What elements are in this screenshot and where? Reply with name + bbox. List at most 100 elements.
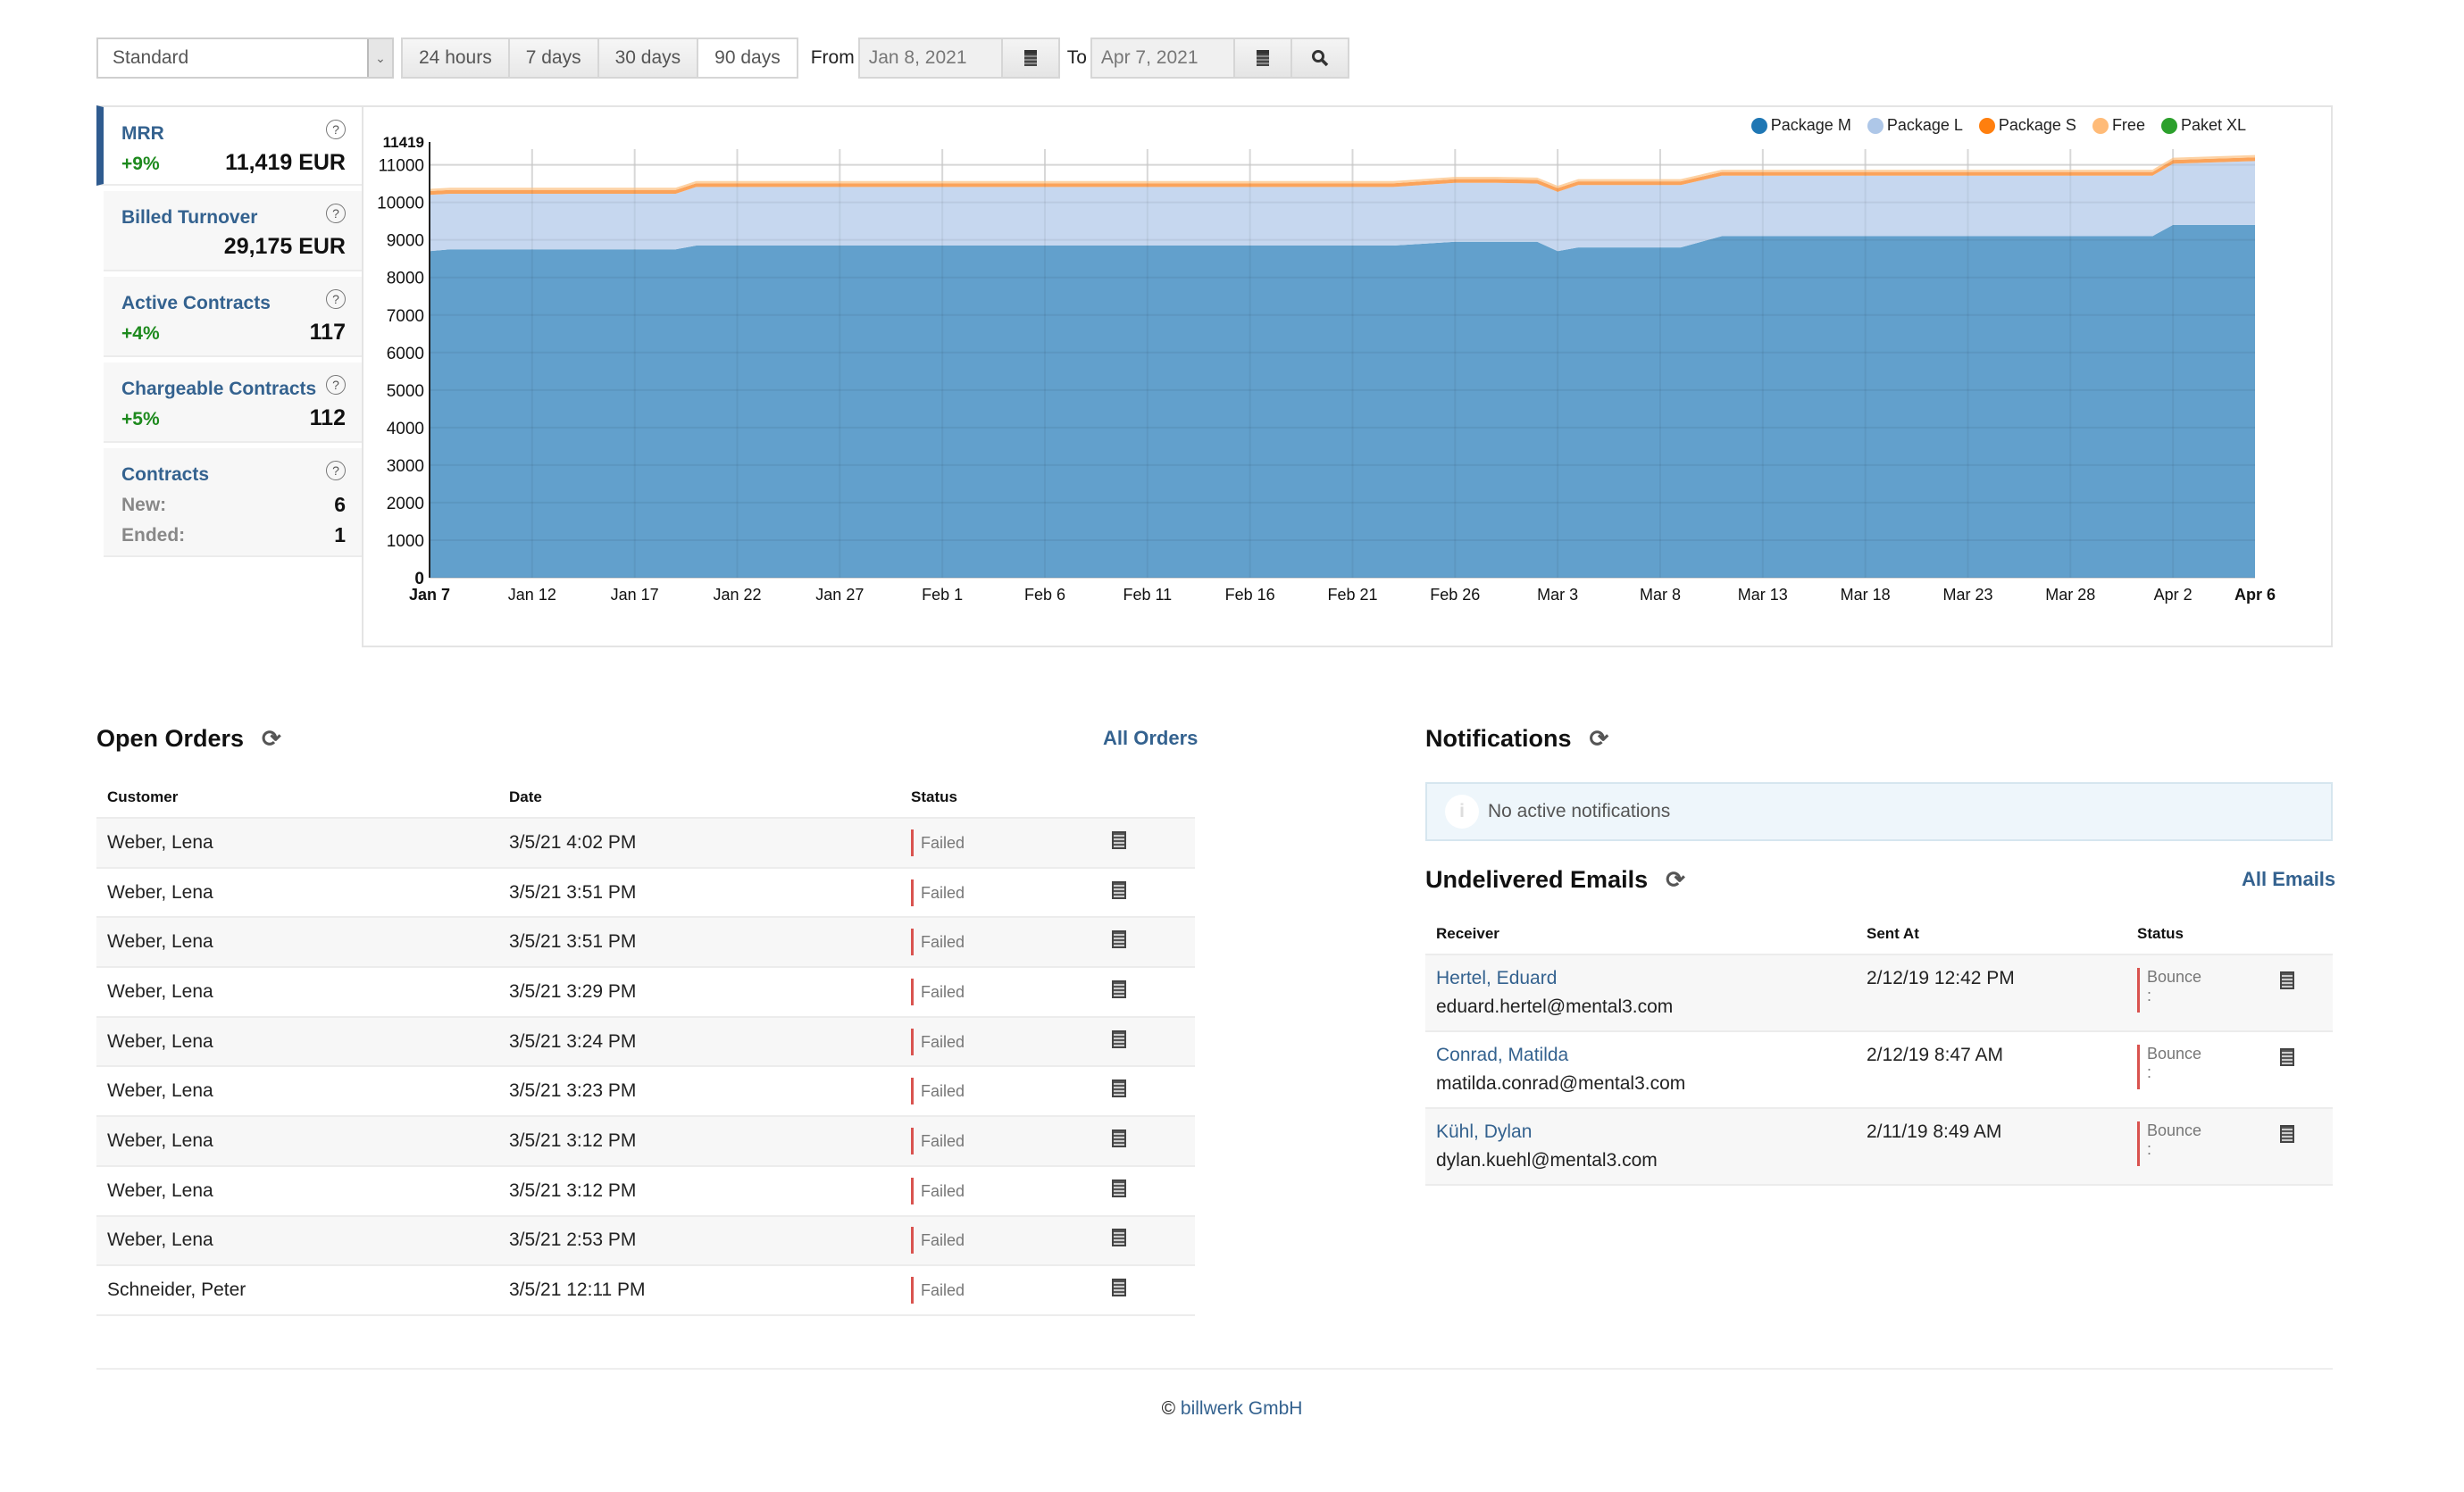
undelivered-emails-table: Receiver Sent At Status Hertel, Eduard ed… bbox=[1425, 913, 2333, 1186]
column-header-actions bbox=[1101, 777, 1195, 819]
column-header-actions bbox=[2269, 913, 2333, 955]
all-orders-link[interactable]: All Orders bbox=[1103, 727, 1198, 750]
help-icon[interactable]: ? bbox=[326, 289, 346, 309]
document-icon[interactable] bbox=[1112, 880, 1126, 899]
order-date: 3/5/21 3:12 PM bbox=[498, 1116, 900, 1167]
x-tick-label: Mar 28 bbox=[2045, 586, 2095, 604]
chevron-down-icon[interactable]: ⌄ bbox=[367, 39, 392, 77]
to-label: To bbox=[1066, 47, 1087, 68]
view-select[interactable]: Standard ⌄ bbox=[96, 38, 394, 79]
status-badge: Failed bbox=[911, 879, 965, 906]
table-row[interactable]: Weber, Lena 3/5/21 3:12 PM Failed bbox=[96, 1116, 1195, 1167]
order-status-cell: Failed bbox=[900, 818, 1101, 869]
document-icon[interactable] bbox=[1112, 830, 1126, 849]
from-calendar-button[interactable] bbox=[1000, 39, 1058, 77]
to-date-input[interactable]: Apr 7, 2021 bbox=[1091, 39, 1233, 77]
range-90-days-button[interactable]: 90 days bbox=[698, 39, 797, 77]
table-row[interactable]: Weber, Lena 3/5/21 3:51 PM Failed bbox=[96, 867, 1195, 919]
document-icon[interactable] bbox=[2280, 1048, 2294, 1066]
x-tick-label: Mar 23 bbox=[1942, 586, 1992, 604]
sent-at-cell: 2/11/19 8:49 AM bbox=[1856, 1108, 2126, 1186]
status-badge: Failed bbox=[911, 978, 965, 1005]
refresh-icon[interactable]: ⟳ bbox=[1666, 866, 1685, 894]
document-icon[interactable] bbox=[2280, 1125, 2294, 1143]
document-icon[interactable] bbox=[2280, 971, 2294, 989]
order-customer: Weber, Lena bbox=[96, 1066, 498, 1118]
document-icon[interactable] bbox=[1112, 1029, 1126, 1048]
x-tick-label: Jan 7 bbox=[409, 586, 450, 604]
order-date: 3/5/21 4:02 PM bbox=[498, 818, 900, 869]
help-icon[interactable]: ? bbox=[326, 461, 346, 480]
open-orders-table: Customer Date Status Weber, Lena 3/5/21 4… bbox=[96, 777, 1195, 1316]
kpi-mrr[interactable]: MRR ? +9% 11,419 EUR bbox=[96, 105, 362, 186]
table-row[interactable]: Weber, Lena 3/5/21 3:51 PM Failed bbox=[96, 917, 1195, 969]
kpi-active-contracts[interactable]: Active Contracts ? +4% 117 bbox=[104, 277, 362, 357]
order-actions-cell bbox=[1101, 867, 1195, 919]
table-row: Hertel, Eduard eduard.hertel@mental3.com 2… bbox=[1425, 954, 2333, 1032]
x-tick-label: Apr 2 bbox=[2154, 586, 2193, 604]
column-header-sent-at: Sent At bbox=[1856, 913, 2126, 955]
refresh-icon[interactable]: ⟳ bbox=[1590, 725, 1609, 753]
document-icon[interactable] bbox=[1112, 1129, 1126, 1147]
footer: © billwerk GmbH bbox=[0, 1398, 2464, 1420]
help-icon[interactable]: ? bbox=[326, 120, 346, 139]
receiver-name-link[interactable]: Kühl, Dylan bbox=[1436, 1121, 1856, 1143]
document-icon[interactable] bbox=[1112, 930, 1126, 949]
table-row[interactable]: Weber, Lena 3/5/21 2:53 PM Failed bbox=[96, 1215, 1195, 1267]
status-badge: Failed bbox=[911, 1227, 965, 1254]
status-badge: Failed bbox=[911, 1127, 965, 1154]
table-row[interactable]: Schneider, Peter 3/5/21 12:11 PM Failed bbox=[96, 1265, 1195, 1316]
kpi-new-label: New: bbox=[121, 495, 167, 515]
x-tick-label: Mar 8 bbox=[1640, 586, 1681, 604]
kpi-contracts[interactable]: Contracts ? New: 6 Ended: 1 bbox=[104, 448, 362, 557]
calendar-icon bbox=[1256, 50, 1269, 66]
kpi-chargeable-contracts[interactable]: Chargeable Contracts ? +5% 112 bbox=[104, 363, 362, 443]
document-icon[interactable] bbox=[1112, 979, 1126, 998]
to-calendar-button[interactable] bbox=[1232, 39, 1290, 77]
to-date-input-group: Apr 7, 2021 bbox=[1090, 38, 1349, 79]
all-emails-link[interactable]: All Emails bbox=[2242, 868, 2335, 891]
refresh-icon[interactable]: ⟳ bbox=[262, 725, 281, 753]
status-detail: : bbox=[2147, 1140, 2152, 1158]
x-tick-label: Feb 6 bbox=[1024, 586, 1065, 604]
table-row[interactable]: Weber, Lena 3/5/21 3:29 PM Failed bbox=[96, 967, 1195, 1018]
column-header-receiver: Receiver bbox=[1425, 913, 1856, 955]
order-customer: Weber, Lena bbox=[96, 1016, 498, 1068]
range-7-days-button[interactable]: 7 days bbox=[509, 39, 599, 77]
kpi-billed-turnover[interactable]: Billed Turnover ? 29,175 EUR bbox=[104, 191, 362, 271]
from-date-input[interactable]: Jan 8, 2021 bbox=[859, 39, 1001, 77]
help-icon[interactable]: ? bbox=[326, 204, 346, 223]
receiver-name-link[interactable]: Hertel, Eduard bbox=[1436, 968, 1856, 989]
x-tick-label: Mar 18 bbox=[1841, 586, 1891, 604]
y-tick-label: 1000 bbox=[387, 532, 424, 551]
help-icon[interactable]: ? bbox=[326, 375, 346, 395]
receiver-cell: Hertel, Eduard eduard.hertel@mental3.com bbox=[1425, 954, 1856, 1032]
order-customer: Weber, Lena bbox=[96, 1215, 498, 1267]
order-status-cell: Failed bbox=[900, 1165, 1101, 1217]
x-tick-label: Mar 3 bbox=[1537, 586, 1578, 604]
table-header-row: Customer Date Status bbox=[96, 777, 1195, 819]
document-icon[interactable] bbox=[1112, 1179, 1126, 1197]
document-icon[interactable] bbox=[1112, 1079, 1126, 1098]
document-icon[interactable] bbox=[1112, 1279, 1126, 1297]
open-orders-heading: Open Orders ⟳ bbox=[96, 725, 281, 753]
y-tick-label: 10000 bbox=[377, 195, 424, 213]
kpi-title: MRR bbox=[121, 123, 164, 144]
table-row[interactable]: Weber, Lena 3/5/21 3:23 PM Failed bbox=[96, 1066, 1195, 1118]
receiver-name-link[interactable]: Conrad, Matilda bbox=[1436, 1045, 1856, 1066]
open-orders-title: Open Orders bbox=[96, 725, 245, 752]
kpi-change: +9% bbox=[121, 154, 160, 174]
order-actions-cell bbox=[1101, 1265, 1195, 1316]
order-date: 3/5/21 3:51 PM bbox=[498, 867, 900, 919]
order-status-cell: Failed bbox=[900, 1116, 1101, 1167]
y-tick-label: 6000 bbox=[387, 345, 424, 363]
search-button[interactable] bbox=[1290, 39, 1348, 77]
document-icon[interactable] bbox=[1112, 1229, 1126, 1247]
table-row[interactable]: Weber, Lena 3/5/21 3:24 PM Failed bbox=[96, 1016, 1195, 1068]
range-30-days-button[interactable]: 30 days bbox=[598, 39, 699, 77]
company-link[interactable]: billwerk GmbH bbox=[1181, 1398, 1303, 1419]
range-24-hours-button[interactable]: 24 hours bbox=[403, 39, 510, 77]
table-row[interactable]: Weber, Lena 3/5/21 4:02 PM Failed bbox=[96, 818, 1195, 869]
notifications-empty-alert: i No active notifications bbox=[1425, 782, 2333, 841]
table-row[interactable]: Weber, Lena 3/5/21 3:12 PM Failed bbox=[96, 1165, 1195, 1217]
